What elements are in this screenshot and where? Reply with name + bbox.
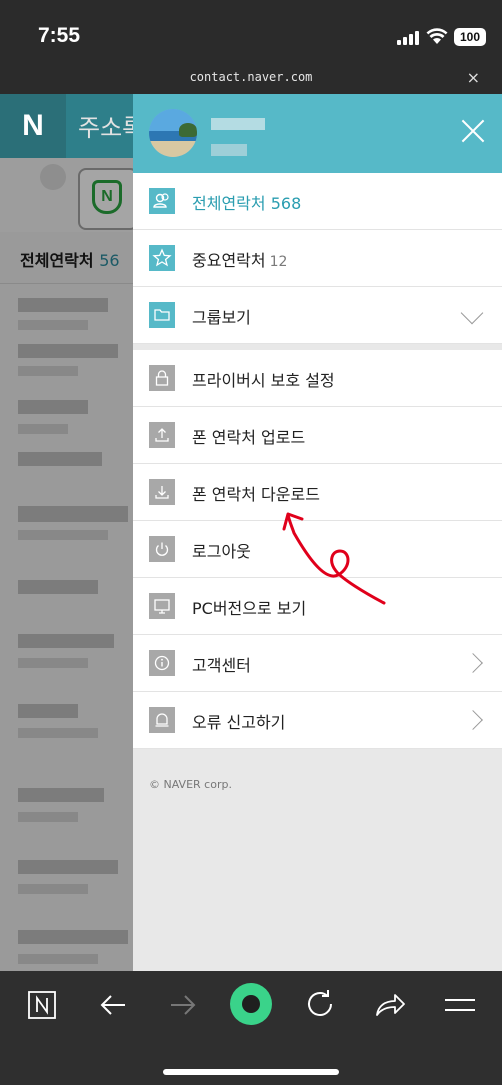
battery-icon: 100 (454, 28, 486, 46)
app-title: 주소록 (78, 114, 133, 142)
wifi-icon (426, 27, 448, 45)
menu-label: 그룹보기 (192, 308, 251, 327)
menu-label: 전체연락처 (192, 194, 266, 213)
avatar[interactable] (149, 109, 197, 157)
promo-banner: N (0, 158, 133, 232)
lock-icon (149, 365, 175, 391)
menu-label: 중요연락처 (192, 251, 266, 270)
green-dot-button[interactable] (230, 983, 272, 1025)
upload-icon (149, 422, 175, 448)
contact-name-blur (18, 400, 88, 414)
star-icon (149, 245, 175, 271)
chevron-down-icon[interactable] (460, 301, 484, 325)
drawer-header (133, 94, 502, 173)
refresh-icon[interactable] (304, 985, 336, 1025)
menu-icon[interactable] (443, 985, 477, 1025)
info-icon (149, 650, 175, 676)
clock: 7:55 (38, 24, 81, 47)
contact-name-blur (18, 344, 118, 358)
contact-name-blur (18, 860, 118, 874)
contact-count: 568 (270, 194, 302, 213)
contact-detail-blur (18, 658, 88, 668)
menu-label: 고객센터 (192, 656, 251, 675)
list-header-count: 56 (99, 251, 120, 270)
background-page: N 주소록 N 전체연락처 56 (0, 94, 133, 971)
bell-icon (149, 707, 175, 733)
naver-logo: N (0, 94, 66, 158)
contacts-icon (149, 188, 175, 214)
menu-item-upload[interactable]: 폰 연락처 업로드 (133, 407, 502, 464)
contact-detail-blur (18, 728, 98, 738)
list-header: 전체연락처 56 (0, 232, 133, 284)
contact-detail-blur (18, 530, 108, 540)
monitor-icon (149, 593, 175, 619)
contact-detail-blur (18, 320, 88, 330)
annotation-arrow (282, 512, 386, 605)
contact-detail-blur (18, 366, 78, 376)
close-icon[interactable] (458, 116, 488, 146)
menu-item-groups[interactable]: 그룹보기 (133, 287, 502, 344)
menu-label: 폰 연락처 업로드 (192, 428, 306, 447)
menu-item-important-contacts[interactable]: 중요연락처 12 (133, 230, 502, 287)
signal-icon (397, 31, 419, 45)
status-bar: 7:55 100 (0, 0, 502, 66)
contact-name-blur (18, 580, 98, 594)
menu-item-all-contacts[interactable]: 전체연락처 568 (133, 173, 502, 230)
shield-icon: N (92, 180, 122, 214)
menu-label: 오류 신고하기 (192, 713, 286, 732)
browser-toolbar (0, 971, 502, 1085)
power-icon (149, 536, 175, 562)
user-name-blurred (211, 118, 265, 130)
user-id-blurred (211, 144, 247, 156)
forward-icon[interactable] (168, 985, 198, 1025)
contact-name-blur (18, 506, 128, 522)
back-icon[interactable] (98, 985, 128, 1025)
contact-name-blur (18, 298, 108, 312)
contact-detail-blur (18, 884, 88, 894)
contact-detail-blur (18, 812, 78, 822)
contact-name-blur (18, 704, 78, 718)
home-indicator (163, 1069, 339, 1075)
folder-icon (149, 302, 175, 328)
drawer-menu: 전체연락처 568 중요연락처 12 그룹보기 프라이버시 보호 설정 폰 연락… (133, 173, 502, 749)
url-text: contact.naver.com (189, 70, 313, 84)
menu-label: 폰 연락처 다운로드 (192, 485, 320, 504)
download-icon (149, 479, 175, 505)
menu-label: 로그아웃 (192, 542, 251, 561)
menu-item-customer-center[interactable]: 고객센터 (133, 635, 502, 692)
contact-detail-blur (18, 954, 98, 964)
chevron-right-icon (463, 710, 483, 730)
menu-label: 프라이버시 보호 설정 (192, 371, 335, 390)
contact-name-blur (18, 634, 114, 648)
share-icon[interactable] (373, 985, 407, 1025)
menu-item-report-error[interactable]: 오류 신고하기 (133, 692, 502, 749)
important-count: 12 (269, 254, 288, 270)
promo-dot (40, 164, 66, 190)
contact-detail-blur (18, 424, 68, 434)
contact-name-blur (18, 930, 128, 944)
list-header-label: 전체연락처 (20, 251, 94, 270)
url-bar[interactable]: contact.naver.com × (0, 66, 502, 94)
chevron-right-icon (463, 653, 483, 673)
contact-name-blur (18, 452, 102, 466)
copyright: © NAVER corp. (149, 778, 232, 791)
naver-home-icon[interactable] (27, 985, 57, 1025)
contact-name-blur (18, 788, 104, 802)
close-url-icon[interactable]: × (467, 68, 480, 87)
menu-item-privacy[interactable]: 프라이버시 보호 설정 (133, 350, 502, 407)
